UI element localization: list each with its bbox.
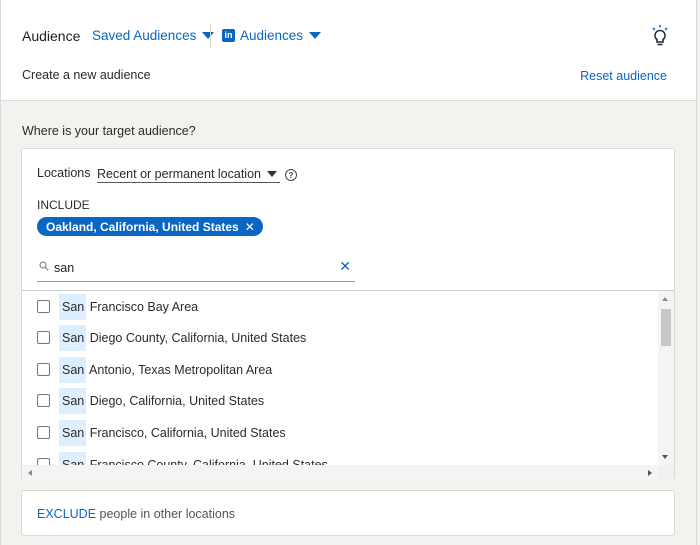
exclude-description: people in other locations xyxy=(96,507,236,521)
location-checkbox[interactable] xyxy=(37,363,50,376)
search-icon xyxy=(39,261,49,271)
saved-audiences-label: Saved Audiences xyxy=(92,28,197,43)
list-item-rest: Francisco, California, United States xyxy=(86,425,286,440)
help-icon[interactable]: ? xyxy=(285,169,297,181)
included-location-label: Oakland, California, United States xyxy=(46,219,239,234)
match-highlight: San xyxy=(59,356,87,383)
list-item-label: San Antonio, Texas Metropolitan Area xyxy=(59,356,273,383)
exclude-text: EXCLUDE people in other locations xyxy=(37,507,235,521)
scrollbar-thumb[interactable] xyxy=(661,309,671,346)
match-highlight: San xyxy=(59,419,87,446)
chevron-down-icon xyxy=(266,170,277,177)
location-checkbox[interactable] xyxy=(37,331,50,344)
saved-audiences-dropdown[interactable]: Saved Audiences xyxy=(92,28,215,43)
location-search-input[interactable] xyxy=(54,259,324,277)
horizontal-scrollbar[interactable] xyxy=(22,465,658,480)
clear-search-icon[interactable]: ✕ xyxy=(339,258,351,275)
audience-panel: Audience Saved Audiences in Audiences Cr… xyxy=(0,0,697,545)
locations-card: Locations Recent or permanent location ?… xyxy=(21,148,675,480)
scroll-down-icon[interactable] xyxy=(662,455,668,459)
linkedin-icon: in xyxy=(222,29,235,42)
list-item-label: San Diego County, California, United Sta… xyxy=(59,324,307,351)
location-type-value: Recent or permanent location xyxy=(97,166,261,181)
list-item-rest: Diego County, California, United States xyxy=(86,330,307,345)
include-label: INCLUDE xyxy=(37,198,90,212)
scroll-left-icon[interactable] xyxy=(28,470,32,476)
list-item[interactable]: San Francisco Bay Area xyxy=(22,291,658,322)
list-item-label: San Diego, California, United States xyxy=(59,387,265,414)
exclude-link[interactable]: EXCLUDE xyxy=(37,507,96,521)
linkedin-audiences-dropdown[interactable]: in Audiences xyxy=(222,28,322,43)
audience-title: Audience xyxy=(22,28,81,44)
location-search: ✕ xyxy=(37,257,355,282)
exclude-card: EXCLUDE people in other locations xyxy=(21,490,675,536)
list-item-label: San Francisco, California, United States xyxy=(59,419,286,446)
chevron-down-icon xyxy=(202,32,215,39)
audiences-label: Audiences xyxy=(240,28,304,43)
list-item[interactable]: San Diego, California, United States xyxy=(22,385,658,416)
location-checkbox[interactable] xyxy=(37,300,50,313)
target-question: Where is your target audience? xyxy=(22,124,196,138)
match-highlight: San xyxy=(59,387,87,414)
create-audience-text: Create a new audience xyxy=(22,68,151,82)
locations-label: Locations xyxy=(37,166,91,180)
chevron-down-icon xyxy=(309,32,322,39)
audience-header: Audience Saved Audiences in Audiences Cr… xyxy=(1,0,696,101)
remove-location-icon[interactable]: ✕ xyxy=(245,220,255,234)
location-checkbox[interactable] xyxy=(37,394,50,407)
scrollbar-corner xyxy=(658,465,674,480)
vertical-scrollbar[interactable] xyxy=(658,291,674,465)
reset-audience-link[interactable]: Reset audience xyxy=(580,69,667,83)
list-item[interactable]: San Antonio, Texas Metropolitan Area xyxy=(22,354,658,385)
list-item-label: San Francisco Bay Area xyxy=(59,293,199,320)
location-checkbox[interactable] xyxy=(37,426,50,439)
list-item-rest: Diego, California, United States xyxy=(86,393,265,408)
scroll-right-icon[interactable] xyxy=(648,470,652,476)
list-item[interactable]: San Diego County, California, United Sta… xyxy=(22,322,658,353)
lightbulb-icon[interactable] xyxy=(650,24,670,48)
location-results-list: San Francisco Bay Area San Diego County,… xyxy=(22,290,674,480)
list-item-rest: Francisco Bay Area xyxy=(86,299,199,314)
divider xyxy=(210,24,211,48)
match-highlight: San xyxy=(59,324,87,351)
list-item[interactable]: San Francisco, California, United States xyxy=(22,417,658,448)
scroll-up-icon[interactable] xyxy=(662,297,668,301)
match-highlight: San xyxy=(59,293,87,320)
location-type-dropdown[interactable]: Recent or permanent location xyxy=(97,165,280,183)
list-item-rest: Antonio, Texas Metropolitan Area xyxy=(86,362,273,377)
included-location-pill: Oakland, California, United States ✕ xyxy=(37,217,263,236)
